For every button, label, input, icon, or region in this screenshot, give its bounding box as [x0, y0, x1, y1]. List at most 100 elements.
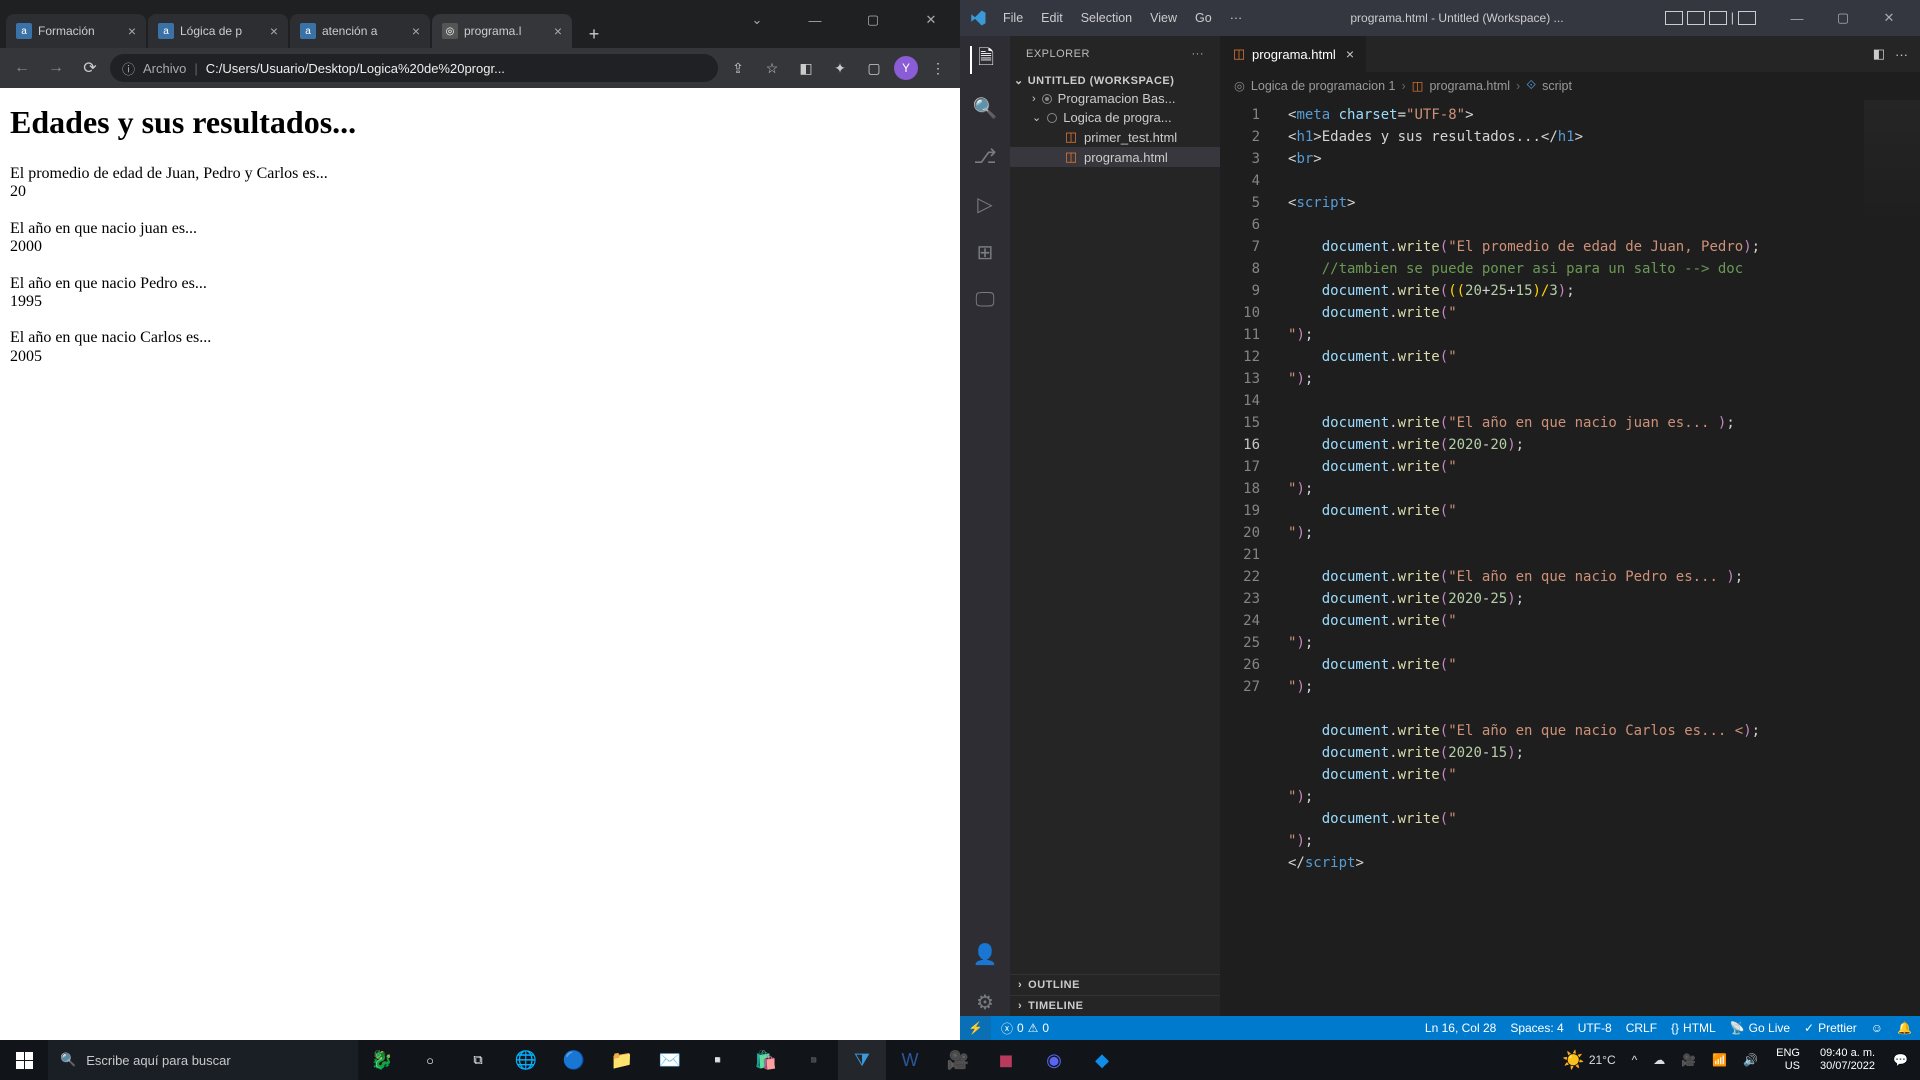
maximize-button[interactable]: ▢ — [844, 0, 902, 40]
panel-left-icon[interactable] — [1665, 11, 1683, 25]
eol-status[interactable]: CRLF — [1626, 1021, 1657, 1035]
menu-go[interactable]: Go — [1188, 8, 1219, 28]
start-button[interactable] — [0, 1040, 48, 1080]
edge-app-icon[interactable]: 🔵 — [550, 1040, 598, 1080]
code-content[interactable]: <meta charset="UTF-8"><h1>Edades y sus r… — [1274, 100, 1920, 1016]
outline-section[interactable]: › OUTLINE — [1010, 974, 1220, 995]
taskbar-search[interactable]: 🔍 Escribe aquí para buscar — [48, 1040, 358, 1080]
close-icon[interactable]: × — [128, 23, 136, 39]
minimap[interactable] — [1864, 100, 1920, 280]
zoom-app-icon[interactable]: 🎥 — [934, 1040, 982, 1080]
tray-overflow-icon[interactable]: ^ — [1626, 1053, 1644, 1067]
extensions-icon[interactable]: ✦ — [826, 54, 854, 82]
encoding-status[interactable]: UTF-8 — [1578, 1021, 1612, 1035]
chrome-tab-0[interactable]: a Formación × — [6, 14, 146, 48]
breadcrumb-segment[interactable]: script — [1542, 79, 1572, 93]
go-live-button[interactable]: 📡 Go Live — [1730, 1021, 1790, 1035]
word-app-icon[interactable]: W — [886, 1040, 934, 1080]
tree-folder[interactable]: ⌄ Logica de progra... — [1010, 108, 1220, 127]
clock[interactable]: 09:40 a. m.30/07/2022 — [1812, 1047, 1883, 1073]
close-icon[interactable]: × — [1346, 46, 1354, 62]
minimize-button[interactable]: — — [1774, 0, 1820, 36]
close-icon[interactable]: × — [412, 23, 420, 39]
more-icon[interactable]: ··· — [1192, 48, 1205, 60]
maximize-button[interactable]: ▢ — [1820, 0, 1866, 36]
chrome-tab-2[interactable]: a atención a × — [290, 14, 430, 48]
vscode-app-icon[interactable]: ⧩ — [838, 1040, 886, 1080]
menu-view[interactable]: View — [1143, 8, 1184, 28]
device-icon[interactable]: ▢ — [860, 54, 888, 82]
panel-bottom-icon[interactable] — [1687, 11, 1705, 25]
close-button[interactable]: ✕ — [1866, 0, 1912, 36]
taskbar-widget[interactable]: 🐉 — [358, 1040, 406, 1080]
chevron-down-icon[interactable]: ⌄ — [728, 0, 786, 40]
address-bar[interactable]: ⓘ Archivo | C:/Users/Usuario/Desktop/Log… — [110, 54, 718, 82]
notifications-icon[interactable]: 🔔 — [1897, 1021, 1912, 1035]
app-icon[interactable]: ◧ — [792, 54, 820, 82]
panel-right-icon[interactable] — [1709, 11, 1727, 25]
kebab-menu-icon[interactable]: ⋮ — [924, 54, 952, 82]
tree-file[interactable]: ◫ primer_test.html — [1010, 127, 1220, 147]
tree-folder[interactable]: › Programacion Bas... — [1010, 89, 1220, 108]
chrome-tab-1[interactable]: a Lógica de p × — [148, 14, 288, 48]
onedrive-icon[interactable]: ☁ — [1647, 1053, 1671, 1067]
breadcrumb-segment[interactable]: programa.html — [1429, 79, 1510, 93]
accounts-icon[interactable]: 👤 — [971, 940, 999, 968]
volume-icon[interactable]: 🔊 — [1737, 1053, 1764, 1067]
notifications-icon[interactable]: 💬 — [1887, 1053, 1914, 1067]
breadcrumb-segment[interactable]: Logica de programacion 1 — [1251, 79, 1396, 93]
timeline-section[interactable]: › TIMELINE — [1010, 995, 1220, 1016]
minimize-button[interactable]: — — [786, 0, 844, 40]
language-indicator[interactable]: ENGUS — [1768, 1047, 1808, 1073]
tree-file[interactable]: ◫ programa.html — [1010, 147, 1220, 167]
breadcrumb[interactable]: ◎ Logica de programacion 1 › ◫ programa.… — [1220, 72, 1920, 100]
back-button[interactable]: ← — [8, 54, 36, 82]
close-icon[interactable]: × — [554, 23, 562, 39]
menu-selection[interactable]: Selection — [1074, 8, 1139, 28]
share-icon[interactable]: ⇪ — [724, 54, 752, 82]
indentation-status[interactable]: Spaces: 4 — [1510, 1021, 1563, 1035]
menu-file[interactable]: File — [996, 8, 1030, 28]
wifi-icon[interactable]: 📶 — [1706, 1053, 1733, 1067]
language-mode[interactable]: {} HTML — [1671, 1021, 1716, 1035]
run-debug-icon[interactable]: ▷ — [971, 190, 999, 218]
menu-more[interactable]: ··· — [1223, 8, 1250, 28]
chrome-tab-3[interactable]: ◎ programa.l × — [432, 14, 572, 48]
close-button[interactable]: ✕ — [902, 0, 960, 40]
source-control-icon[interactable]: ⎇ — [971, 142, 999, 170]
prettier-status[interactable]: ✓ Prettier — [1804, 1021, 1857, 1035]
explorer-icon[interactable]: 🗎 — [970, 46, 998, 74]
profile-avatar[interactable]: Y — [894, 56, 918, 80]
menu-edit[interactable]: Edit — [1034, 8, 1070, 28]
explorer-app-icon[interactable]: 📁 — [598, 1040, 646, 1080]
bookmark-star-icon[interactable]: ☆ — [758, 54, 786, 82]
cursor-position[interactable]: Ln 16, Col 28 — [1425, 1021, 1496, 1035]
weather-widget[interactable]: ☀️21°C — [1556, 1050, 1621, 1071]
gear-icon[interactable]: ⚙ — [971, 988, 999, 1016]
remote-indicator[interactable]: ⚡ — [960, 1016, 991, 1040]
problems-status[interactable]: ⓧ 0 ⚠ 0 — [1001, 1020, 1049, 1037]
app-icon[interactable]: ▫️ — [694, 1040, 742, 1080]
more-icon[interactable]: ··· — [1895, 47, 1908, 62]
split-editor-icon[interactable]: ◧ — [1873, 46, 1885, 62]
cortana-icon[interactable]: ○ — [406, 1040, 454, 1080]
meet-now-icon[interactable]: 🎥 — [1675, 1053, 1702, 1067]
new-tab-button[interactable]: + — [580, 20, 608, 48]
terminal-app-icon[interactable]: ▪️ — [790, 1040, 838, 1080]
code-editor[interactable]: 1234567891011121314151617181920212223242… — [1220, 100, 1920, 1016]
discord-app-icon[interactable]: ◉ — [1030, 1040, 1078, 1080]
chrome-app-icon[interactable]: 🌐 — [502, 1040, 550, 1080]
teamviewer-app-icon[interactable]: ◆ — [1078, 1040, 1126, 1080]
editor-tab[interactable]: ◫ programa.html × — [1220, 36, 1367, 72]
workspace-root[interactable]: ⌄ UNTITLED (WORKSPACE) — [1010, 72, 1220, 89]
customize-layout-icon[interactable] — [1738, 11, 1756, 25]
search-icon[interactable]: 🔍 — [971, 94, 999, 122]
layout-controls[interactable]: | — [1665, 11, 1756, 25]
forward-button[interactable]: → — [42, 54, 70, 82]
remote-explorer-icon[interactable]: 🖵 — [971, 286, 999, 314]
mail-app-icon[interactable]: ✉️ — [646, 1040, 694, 1080]
close-icon[interactable]: × — [270, 23, 278, 39]
task-view-icon[interactable]: ⧉ — [454, 1040, 502, 1080]
app-icon[interactable]: ◼ — [982, 1040, 1030, 1080]
store-app-icon[interactable]: 🛍️ — [742, 1040, 790, 1080]
